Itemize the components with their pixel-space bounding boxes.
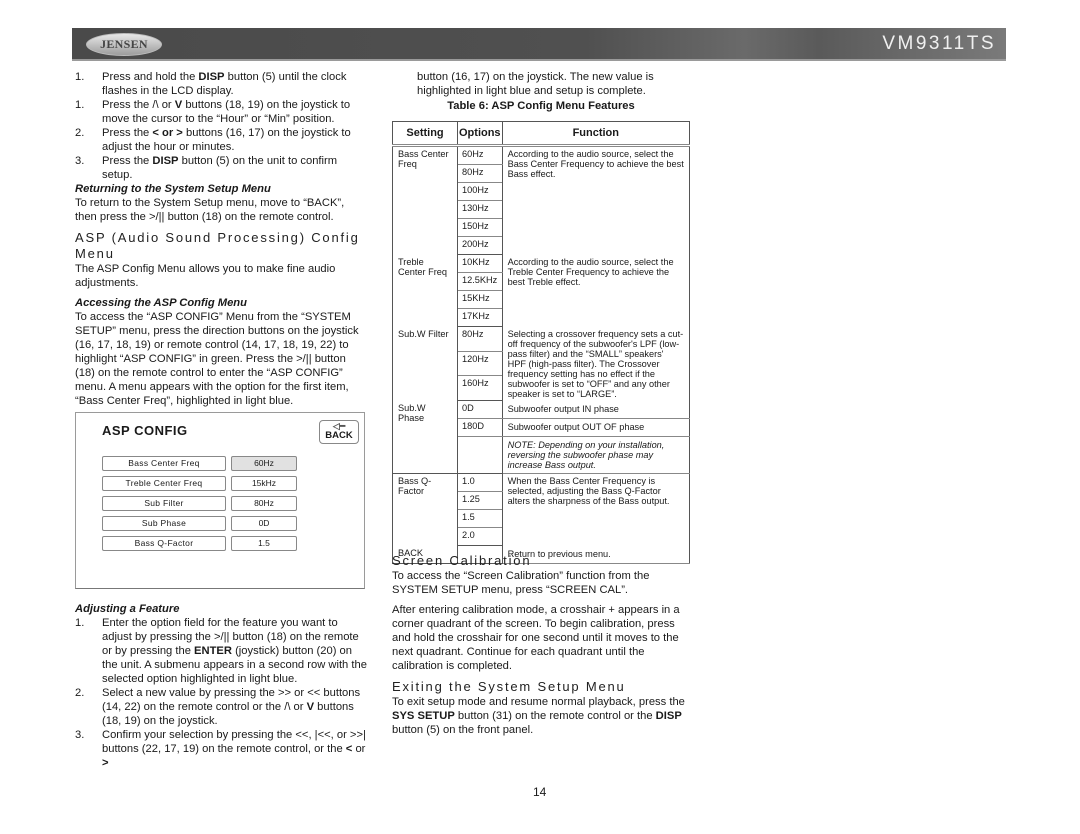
function-cell: Subwoofer output IN phase (501, 400, 691, 419)
step-number: 1. (75, 617, 85, 629)
exit-setup-heading: Exiting the System Setup Menu (392, 679, 626, 694)
asp-setting-button[interactable]: Bass Q-Factor (102, 536, 226, 551)
option-cell: 180D (457, 418, 503, 437)
asp-config-title: ASP CONFIG (102, 423, 188, 438)
option-cell: 17KHz (457, 308, 503, 327)
asp-features-table: Setting Options Function Bass Center Fre… (392, 121, 691, 564)
step-number: 2. (75, 687, 85, 699)
brand-name: JENSEN (100, 37, 148, 51)
left-column: 1. Press and hold the DISP button (5) unt… (75, 70, 367, 414)
option-cell: 80Hz (457, 326, 503, 352)
step-item: 1. Press and hold the DISP button (5) unt… (75, 71, 347, 97)
asp-value-field[interactable]: 60Hz (231, 456, 297, 471)
option-cell: 160Hz (457, 375, 503, 401)
option-cell: 0D (457, 400, 503, 419)
option-cell: 1.0 (457, 473, 503, 492)
table-row: Treble Center Freq 10KHz According to the … (392, 254, 691, 327)
header-options: Options (457, 121, 503, 147)
asp-setting-button[interactable]: Sub Phase (102, 516, 226, 531)
setting-cell: Treble Center Freq (392, 254, 458, 327)
step-item: 3. Press the DISP button (5) on the unit … (75, 155, 338, 181)
option-cell: 80Hz (457, 164, 503, 183)
table-row: Sub.W Phase 0D Subwoofer output IN phase (392, 400, 691, 474)
back-label: BACK (325, 430, 353, 441)
table-row: Bass Q-Factor 1.0 When the Bass Center Fre… (392, 473, 691, 546)
option-cell: 60Hz (457, 145, 503, 165)
option-cell: 150Hz (457, 218, 503, 237)
setting-cell: Sub.W Phase (392, 400, 458, 474)
table-caption: Table 6: ASP Config Menu Features (447, 100, 635, 112)
function-cell: According to the audio source, select th… (501, 254, 691, 327)
function-cell: When the Bass Center Frequency is select… (501, 473, 691, 546)
header-function: Function (501, 121, 691, 147)
jensen-logo: JENSEN (86, 33, 162, 56)
back-button[interactable]: ◁━ BACK (319, 420, 359, 444)
step-item: 1. Enter the option field for the feature… (75, 617, 367, 685)
setting-cell: Sub.W Filter (392, 326, 458, 401)
clock-setup-steps: 1. Press and hold the DISP button (5) unt… (75, 70, 367, 182)
back-arrow-icon: ◁━ (332, 421, 346, 431)
adjusting-heading: Adjusting a Feature (75, 603, 180, 615)
option-cell: 2.0 (457, 527, 503, 546)
function-cell: Selecting a crossover frequency sets a c… (501, 326, 691, 401)
asp-section-heading: ASP (Audio Sound Processing) Config Menu (75, 230, 360, 261)
option-cell: 100Hz (457, 182, 503, 201)
asp-value-field[interactable]: 15kHz (231, 476, 297, 491)
asp-intro-text: The ASP Config Menu allows you to make f… (75, 263, 336, 289)
accessing-heading: Accessing the ASP Config Menu (75, 297, 247, 309)
screen-calibration-heading: Screen Calibration (392, 553, 532, 568)
asp-setting-button[interactable]: Bass Center Freq (102, 456, 226, 471)
page-header-bar: JENSEN VM9311TS (72, 28, 1006, 61)
option-cell: 15KHz (457, 290, 503, 309)
right-lower-column: Screen Calibration To access the “Screen… (392, 553, 692, 743)
asp-value-field[interactable]: 0D (231, 516, 297, 531)
screen-calibration-text-1: To access the “Screen Calibration” funct… (392, 570, 650, 596)
option-cell: 12.5KHz (457, 272, 503, 291)
model-number: VM9311TS (882, 33, 996, 54)
option-cell (457, 436, 503, 474)
step-number: 3. (75, 729, 85, 741)
table-row: Bass Center Freq 60Hz According to the aud… (392, 145, 691, 255)
function-cell: Subwoofer output OUT OF phase (501, 418, 691, 437)
continued-text-block: button (16, 17) on the joystick. The new… (417, 70, 693, 98)
step-number: 1. (75, 71, 85, 83)
asp-value-field[interactable]: 1.5 (231, 536, 297, 551)
screen-calibration-text-2: After entering calibration mode, a cross… (392, 604, 680, 672)
option-cell: 120Hz (457, 351, 503, 377)
option-cell: 10KHz (457, 254, 503, 273)
exit-setup-text: To exit setup mode and resume normal pla… (392, 696, 685, 736)
step-item: 2. Press the < or > buttons (16, 17) on t… (75, 127, 351, 153)
option-cell: 1.5 (457, 509, 503, 528)
header-setting: Setting (392, 121, 458, 147)
asp-setting-button[interactable]: Sub Filter (102, 496, 226, 511)
asp-config-screen: ASP CONFIG ◁━ BACK Bass Center Freq 60Hz T… (75, 412, 365, 589)
option-cell: 130Hz (457, 200, 503, 219)
adjusting-steps: 1. Enter the option field for the feature… (75, 616, 367, 770)
setting-cell: Bass Center Freq (392, 145, 458, 255)
accessing-text: To access the “ASP CONFIG” Menu from the… (75, 311, 359, 407)
setting-cell: Bass Q-Factor (392, 473, 458, 546)
asp-value-field[interactable]: 80Hz (231, 496, 297, 511)
returning-heading: Returning to the System Setup Menu (75, 183, 271, 195)
step-number: 3. (75, 155, 85, 167)
continued-text: button (16, 17) on the joystick. The new… (417, 71, 654, 97)
step-number: 1. (75, 99, 85, 111)
table-caption-block: Table 6: ASP Config Menu Features (392, 99, 690, 113)
table-row: Sub.W Filter 80Hz Selecting a crossover fr… (392, 326, 691, 401)
option-cell: 200Hz (457, 236, 503, 255)
step-item: 1. Press the /\ or V buttons (18, 19) on … (75, 99, 351, 125)
step-item: 3. Confirm your selection by pressing the… (75, 729, 366, 769)
step-number: 2. (75, 127, 85, 139)
asp-setting-button[interactable]: Treble Center Freq (102, 476, 226, 491)
function-cell: According to the audio source, select th… (501, 145, 691, 255)
adjusting-section: Adjusting a Feature 1. Enter the option f… (75, 602, 367, 770)
option-cell: 1.25 (457, 491, 503, 510)
page-number: 14 (533, 785, 547, 799)
step-item: 2. Select a new value by pressing the >> … (75, 687, 361, 727)
function-cell: NOTE: Depending on your installation, re… (501, 436, 691, 474)
returning-text: To return to the System Setup menu, move… (75, 197, 345, 223)
